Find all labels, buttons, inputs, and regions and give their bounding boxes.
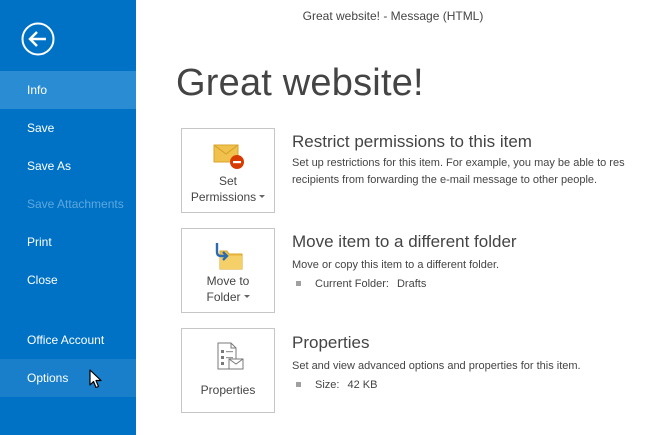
move-folder-icon: [215, 243, 243, 270]
restrict-permissions-desc-2: recipients from forwarding the e-mail me…: [292, 174, 598, 186]
bullet-icon: [296, 381, 301, 387]
properties-document-icon: [217, 342, 244, 370]
nav-info[interactable]: Info: [0, 71, 136, 109]
move-to-folder-label-line1: Move to: [206, 274, 250, 288]
info-panel: Great website! - Message (HTML) Great we…: [136, 0, 650, 435]
set-permissions-label-text: Permissions: [190, 190, 257, 204]
size-detail: Size: 42 KB: [296, 379, 377, 391]
current-folder-value: Drafts: [396, 278, 427, 290]
move-item-heading: Move item to a different folder: [292, 232, 517, 251]
current-folder-detail: Current Folder: Drafts: [296, 278, 426, 290]
bullet-icon: [296, 280, 301, 286]
move-to-folder-button[interactable]: Move to Folder: [181, 228, 275, 313]
set-permissions-button[interactable]: Set Permissions: [181, 128, 275, 213]
restrict-permissions-desc-1: Set up restrictions for this item. For e…: [292, 157, 625, 169]
backstage-sidebar: Info Save Save As Save Attachments Print…: [0, 0, 136, 435]
move-item-desc: Move or copy this item to a different fo…: [292, 259, 500, 271]
back-button[interactable]: [21, 22, 55, 56]
nav-save-attachments: Save Attachments: [27, 197, 124, 211]
window-title: Great website! - Message (HTML): [302, 9, 484, 23]
properties-heading: Properties: [292, 333, 370, 352]
nav-close[interactable]: Close: [0, 261, 136, 299]
nav-options[interactable]: Options: [0, 359, 136, 397]
current-folder-label: Current Folder:: [315, 278, 389, 290]
properties-button[interactable]: Properties: [181, 328, 275, 413]
set-permissions-label-line1: Set: [218, 174, 237, 188]
size-value: 42 KB: [347, 379, 378, 391]
nav-office-account[interactable]: Office Account: [0, 321, 136, 359]
set-permissions-label: Set Permissions: [182, 173, 274, 205]
dropdown-caret-icon: [243, 295, 250, 299]
envelope-restrict-icon: [213, 144, 244, 169]
properties-label: Properties: [200, 383, 256, 397]
properties-desc: Set and view advanced options and proper…: [292, 360, 581, 372]
set-permissions-label-line2: Permissions: [182, 189, 274, 205]
page-title: Great website!: [176, 62, 424, 104]
mouse-pointer-icon: [89, 369, 102, 389]
move-to-folder-label-line2: Folder: [182, 289, 274, 305]
nav-print[interactable]: Print: [0, 223, 136, 261]
back-arrow-icon: [21, 22, 55, 56]
restrict-permissions-heading: Restrict permissions to this item: [292, 132, 532, 151]
nav-save-as[interactable]: Save As: [0, 147, 136, 185]
nav-save[interactable]: Save: [0, 109, 136, 147]
move-to-folder-label-text: Folder: [206, 290, 241, 304]
move-to-folder-label: Move to Folder: [182, 273, 274, 305]
size-label: Size:: [315, 379, 340, 391]
dropdown-caret-icon: [259, 195, 266, 199]
